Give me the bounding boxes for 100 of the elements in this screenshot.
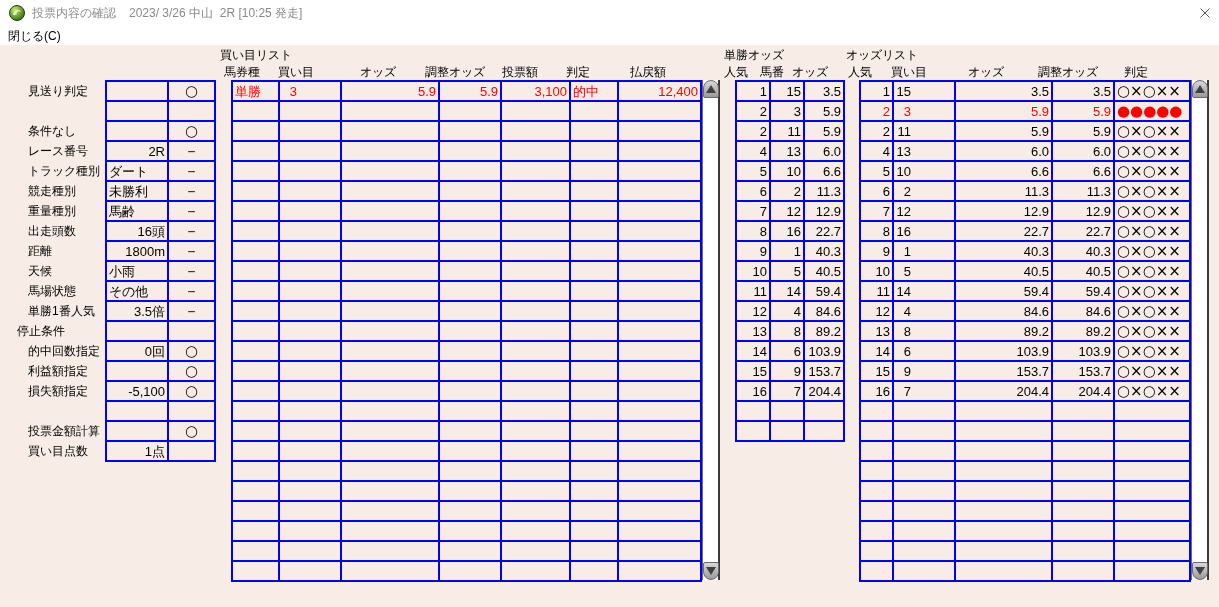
condition-label: 天候 [27,264,52,278]
table-cell: 3 [893,101,955,121]
table-cell: 5.9 [1052,121,1114,141]
triangle-down-icon [1195,567,1205,575]
table-cell: 16 [736,381,770,401]
table-cell: 2 [860,101,893,121]
menu-item[interactable]: 閉じる(C) [8,27,61,44]
condition-mark: － [168,241,215,261]
table-cell: 7 [893,381,955,401]
condition-mark: － [168,181,215,201]
table-cell: 2 [736,101,770,121]
table-cell: 12 [860,301,893,321]
table-cell: 12 [893,201,955,221]
table-cell: 204.4 [955,381,1052,401]
table-cell: ○×○×× [1114,81,1190,101]
table-cell: 6 [770,341,804,361]
table-cell: 3.5 [1052,81,1114,101]
triangle-up-icon [1195,85,1205,93]
table-cell: 12 [770,201,804,221]
scrollbar-track[interactable] [702,80,720,580]
column-header: 投票額 [502,64,538,80]
column-header: 払戻額 [630,64,666,80]
condition-label: 重量種別 [27,204,76,218]
table-cell: 8 [860,221,893,241]
table-cell: 5.9 [955,121,1052,141]
table-cell: 13 [770,141,804,161]
table-cell: 7 [860,201,893,221]
condition-label: トラック種別 [27,164,100,178]
table-cell: 40.3 [955,241,1052,261]
table-cell: 1 [770,241,804,261]
section-title: 単勝オッズ [724,47,784,63]
table-cell: 204.4 [1052,381,1114,401]
table-cell: 89.2 [955,321,1052,341]
table-cell: 153.7 [1052,361,1114,381]
column-header: 買い目 [278,64,314,80]
condition-mark: ○ [168,421,215,441]
table-cell: 4 [736,141,770,161]
scroll-down-button[interactable] [1192,562,1208,580]
condition-label: 利益額指定 [27,364,88,378]
table-cell: 3,100 [501,81,570,101]
condition-label: 距離 [27,244,52,258]
condition-mark: － [168,161,215,181]
table-cell: 59.4 [804,281,844,301]
table-cell: 16 [770,221,804,241]
column-header: 買い目 [891,64,927,80]
table-cell: 10 [860,261,893,281]
condition-value: 未勝利 [106,181,168,201]
close-icon[interactable] [1200,8,1210,18]
table-cell: 89.2 [804,321,844,341]
table-cell: 14 [770,281,804,301]
table-cell: 6.6 [1052,161,1114,181]
table-cell: 5 [770,261,804,281]
table-cell: 4 [893,301,955,321]
table-cell: 22.7 [955,221,1052,241]
table-cell: 6.6 [804,161,844,181]
table-cell: 153.7 [955,361,1052,381]
condition-mark: － [168,141,215,161]
table-cell: 8 [736,221,770,241]
table-cell: 6 [860,181,893,201]
condition-value: 1点 [106,441,168,461]
column-header: 調整オッズ [1038,64,1098,80]
table-cell: 5.9 [804,121,844,141]
table-cell: 6.6 [955,161,1052,181]
table-cell: 12.9 [1052,201,1114,221]
condition-mark: ○ [168,361,215,381]
table-cell: 9 [893,361,955,381]
scroll-up-button[interactable] [1192,80,1208,98]
condition-label: 的中回数指定 [27,344,100,358]
table-cell: 84.6 [1052,301,1114,321]
table-cell: 40.5 [804,261,844,281]
column-header: 馬番 [760,64,784,80]
table-cell: 13 [736,321,770,341]
scroll-up-button[interactable] [703,80,719,98]
table-cell: 2 [770,181,804,201]
table-cell: 59.4 [955,281,1052,301]
table-cell: 40.3 [1052,241,1114,261]
column-header: 人気 [848,64,872,80]
condition-mark: ○ [168,341,215,361]
condition-label: 競走種別 [27,184,76,198]
table-cell: 5.9 [955,101,1052,121]
table-cell: 14 [860,341,893,361]
condition-mark: － [168,221,215,241]
section-title: オッズリスト [846,47,918,63]
condition-mark: － [168,301,215,321]
table-cell: 16 [860,381,893,401]
scrollbar-track[interactable] [1191,80,1209,580]
table-cell: 10 [893,161,955,181]
condition-label: 単勝1番人気 [27,304,95,318]
table-cell: 40.5 [1052,261,1114,281]
table-cell: 6 [893,341,955,361]
table-cell: 5.9 [439,81,501,101]
table-cell: 4 [860,141,893,161]
column-header: オッズ [968,64,1004,80]
table-cell: 8 [893,321,955,341]
table-cell: 3 [279,81,341,101]
table-cell: 2 [736,121,770,141]
scroll-down-button[interactable] [703,562,719,580]
table-cell: 5.9 [341,81,439,101]
table-cell: 13 [893,141,955,161]
table-cell: 15 [770,81,804,101]
